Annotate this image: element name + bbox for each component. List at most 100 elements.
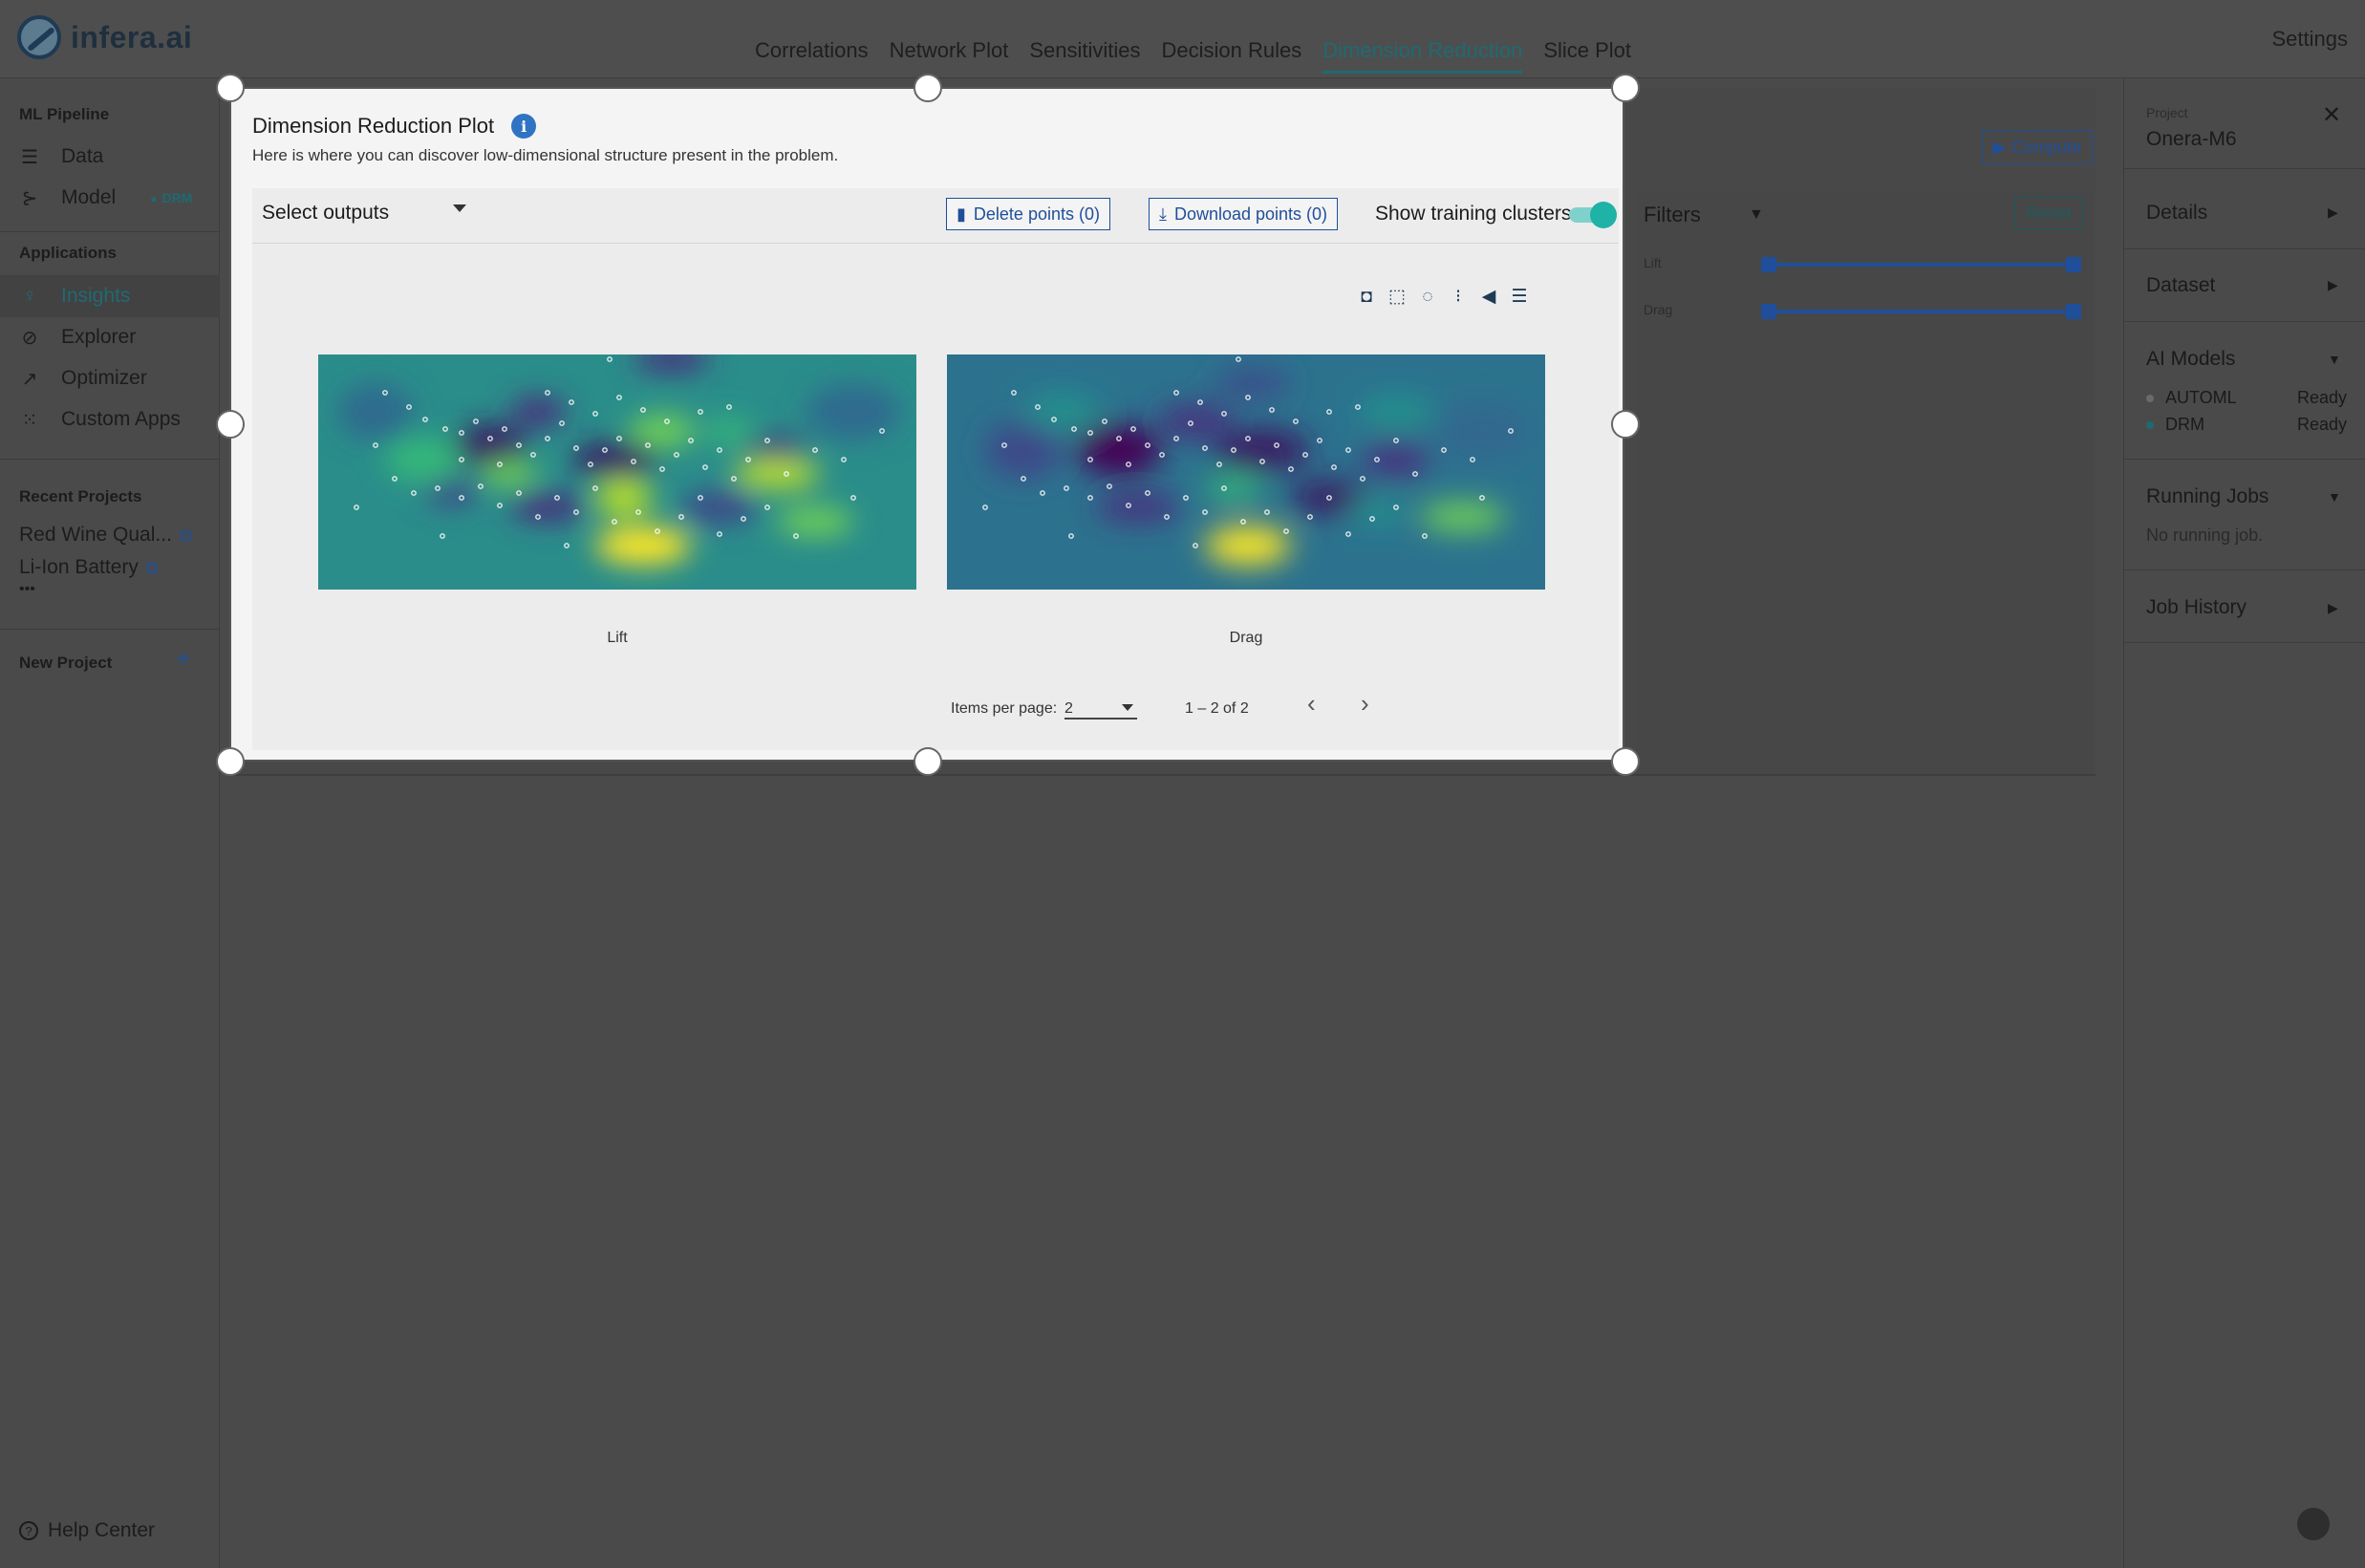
model-row-automl: AUTOML Ready	[2146, 388, 2347, 408]
filter-drag-min-handle[interactable]	[1761, 304, 1776, 319]
drag-heatmap[interactable]	[947, 354, 1545, 590]
apps-grid-icon: ⁙	[21, 409, 38, 431]
help-center-link[interactable]: ? Help Center	[19, 1519, 155, 1542]
resize-handle-bottom[interactable]	[914, 747, 942, 776]
settings-link[interactable]: Settings	[2272, 27, 2349, 52]
hover-closest-icon[interactable]: ◀	[1478, 286, 1499, 308]
divider	[2123, 168, 2365, 169]
chevron-down-icon	[1122, 704, 1133, 711]
resize-handle-right[interactable]	[1611, 410, 1640, 439]
resize-handle-bottom-left[interactable]	[216, 747, 245, 776]
ml-pipeline-heading: ML Pipeline	[19, 105, 110, 123]
filter-lift-min-handle[interactable]	[1761, 257, 1776, 272]
previous-page-button[interactable]: ‹	[1307, 689, 1316, 719]
project-caption: Project	[2146, 105, 2188, 120]
tab-slice-plot[interactable]: Slice Plot	[1543, 38, 1631, 74]
running-jobs-section[interactable]: Running Jobs	[2146, 485, 2268, 508]
dataset-section[interactable]: Dataset	[2146, 274, 2215, 297]
resize-handle-left[interactable]	[216, 410, 245, 439]
help-icon: ?	[19, 1521, 38, 1540]
download-icon: ⤓	[1159, 204, 1167, 224]
model-tree-icon: ⊱	[21, 187, 38, 209]
chevron-down-icon[interactable]: ▼	[1749, 206, 1764, 224]
sidebar-item-insights[interactable]: ♀ Insights	[19, 285, 131, 308]
close-icon[interactable]: ✕	[2322, 101, 2341, 129]
chevron-down-icon[interactable]	[453, 204, 466, 212]
sidebar-item-label: Data	[61, 145, 104, 167]
recent-project-li-ion[interactable]: Li-Ion Battery ⧉	[19, 556, 159, 579]
caret-down-icon[interactable]: ▼	[2328, 352, 2341, 367]
model-name: DRM	[2165, 415, 2204, 434]
sidebar-item-model[interactable]: ⊱ Model DRM	[19, 186, 193, 209]
resize-handle-bottom-right[interactable]	[1611, 747, 1640, 776]
filters-label[interactable]: Filters	[1644, 203, 1701, 227]
reset-button[interactable]: Reset	[2014, 197, 2083, 229]
items-per-page-label: Items per page:	[951, 700, 1058, 717]
tab-sensitivities[interactable]: Sensitivities	[1029, 38, 1140, 74]
tab-decision-rules[interactable]: Decision Rules	[1161, 38, 1301, 74]
dimension-reduction-dialog: Dimension Reduction Plot i Here is where…	[229, 87, 1624, 762]
hover-compare-icon[interactable]: ☰	[1509, 286, 1530, 308]
resize-handle-top-left[interactable]	[216, 74, 245, 102]
filter-drag-slider[interactable]	[1768, 310, 2075, 313]
external-link-icon[interactable]: ⧉	[146, 558, 159, 578]
recent-project-label: Red Wine Qual...	[19, 524, 172, 546]
spike-lines-icon[interactable]: ⁝	[1448, 286, 1469, 308]
sidebar-item-label: Model	[61, 186, 117, 208]
model-name: AUTOML	[2165, 388, 2237, 407]
external-link-icon[interactable]: ⧉	[180, 526, 192, 546]
show-training-clusters-toggle[interactable]	[1569, 202, 1617, 228]
trash-icon: ▮	[957, 204, 966, 224]
recent-project-red-wine[interactable]: Red Wine Qual... ⧉	[19, 524, 192, 547]
select-outputs-dropdown[interactable]: Select outputs	[262, 202, 389, 225]
resize-handle-top-right[interactable]	[1611, 74, 1640, 102]
filter-lift-slider[interactable]	[1768, 263, 2075, 267]
details-section[interactable]: Details	[2146, 202, 2207, 225]
compute-button[interactable]: ▶ Compute	[1982, 130, 2093, 164]
dialog-title: Dimension Reduction Plot i	[252, 114, 537, 139]
new-project-label[interactable]: New Project	[19, 654, 112, 673]
more-projects-button[interactable]: •••	[19, 581, 35, 598]
trend-icon: ↗	[21, 368, 38, 390]
divider	[2123, 642, 2365, 643]
sidebar-item-explorer[interactable]: ⊘ Explorer	[19, 326, 137, 349]
no-running-job-text: No running job.	[2146, 526, 2264, 545]
divider	[0, 231, 220, 232]
caret-right-icon[interactable]: ▶	[2328, 204, 2338, 221]
lasso-icon[interactable]: ◌	[1417, 287, 1438, 308]
top-bar: infera.ai Correlations Network Plot Sens…	[0, 0, 2365, 78]
left-sidebar: ML Pipeline ☰ Data ⊱ Model DRM Applicati…	[0, 78, 220, 1568]
camera-icon[interactable]: ◘	[1356, 287, 1377, 308]
filter-drag-max-handle[interactable]	[2066, 304, 2081, 319]
caret-down-icon[interactable]: ▼	[2328, 489, 2341, 505]
filter-lift-max-handle[interactable]	[2066, 257, 2081, 272]
divider	[2123, 569, 2365, 570]
sidebar-item-data[interactable]: ☰ Data	[19, 145, 103, 168]
items-per-page-select[interactable]: 2	[1064, 693, 1137, 720]
status-dot	[2146, 421, 2154, 430]
caret-right-icon[interactable]: ▶	[2328, 277, 2338, 293]
divider	[2123, 248, 2365, 249]
ai-models-section[interactable]: AI Models	[2146, 348, 2235, 371]
resize-handle-top[interactable]	[914, 74, 942, 102]
caret-right-icon[interactable]: ▶	[2328, 600, 2338, 616]
filter-drag-label: Drag	[1644, 302, 1673, 317]
delete-points-button[interactable]: ▮ Delete points (0)	[946, 198, 1110, 230]
divider	[2123, 459, 2365, 460]
app-logo[interactable]: infera.ai	[17, 15, 192, 59]
download-points-button[interactable]: ⤓ Download points (0)	[1149, 198, 1339, 230]
tab-network-plot[interactable]: Network Plot	[890, 38, 1009, 74]
lift-heatmap[interactable]	[318, 354, 916, 590]
help-label: Help Center	[48, 1519, 156, 1541]
next-page-button[interactable]: ›	[1361, 689, 1369, 719]
info-icon[interactable]: i	[511, 114, 537, 139]
job-history-section[interactable]: Job History	[2146, 596, 2247, 619]
sidebar-item-custom-apps[interactable]: ⁙ Custom Apps	[19, 408, 181, 431]
tab-correlations[interactable]: Correlations	[755, 38, 869, 74]
floating-action-button[interactable]	[2297, 1508, 2330, 1540]
box-select-icon[interactable]: ⬚	[1387, 286, 1408, 308]
recent-projects-heading: Recent Projects	[19, 487, 142, 505]
add-project-icon[interactable]: +	[176, 644, 190, 674]
tab-dimension-reduction[interactable]: Dimension Reduction	[1322, 38, 1523, 74]
sidebar-item-optimizer[interactable]: ↗ Optimizer	[19, 367, 147, 390]
